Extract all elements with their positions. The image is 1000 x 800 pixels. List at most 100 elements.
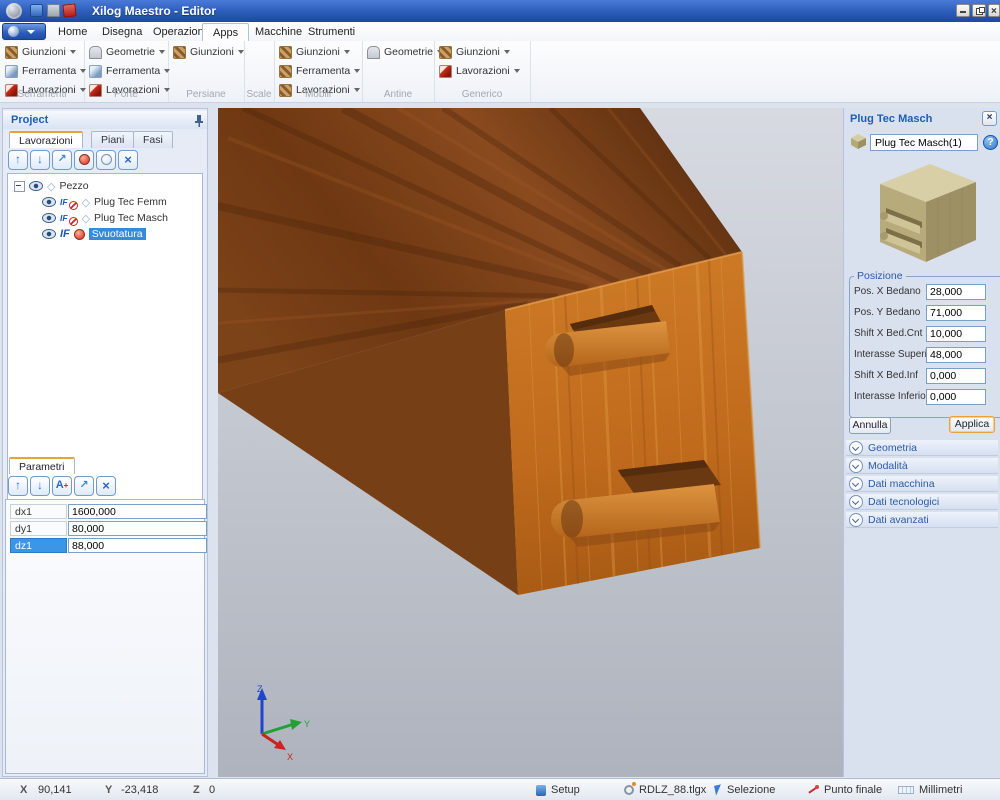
applica-button[interactable]: Applica bbox=[949, 416, 995, 433]
generico-lavorazioni-button[interactable]: Lavorazioni bbox=[439, 63, 520, 79]
porte-geometrie-button[interactable]: Geometrie bbox=[89, 44, 165, 60]
coord-z-label: Z bbox=[193, 784, 200, 796]
param-down-button[interactable]: ↓ bbox=[30, 476, 50, 496]
viewport-3d[interactable]: Z Y X bbox=[218, 108, 843, 777]
param-up-button[interactable]: ↑ bbox=[8, 476, 28, 496]
param-export-button[interactable]: ↗ bbox=[74, 476, 94, 496]
group-label: Persiane bbox=[168, 89, 244, 100]
antine-geometrie-button[interactable]: Geometrie bbox=[367, 44, 443, 60]
param-value-input[interactable] bbox=[68, 538, 207, 553]
chevron-down-icon bbox=[159, 50, 165, 54]
add-parameter-icon: A+ bbox=[56, 479, 69, 491]
section-modalita[interactable]: Modalità bbox=[846, 458, 998, 474]
ribbon-group-generico: Giunzioni Lavorazioni Generico bbox=[434, 41, 531, 102]
project-panel: Project Lavorazioni Piani Fasi ↑ ↓ ↗ × P… bbox=[2, 108, 208, 777]
shift-x-bed-cnt-input[interactable] bbox=[926, 326, 986, 342]
param-delete-button[interactable]: × bbox=[96, 476, 116, 496]
delete-node-button[interactable]: × bbox=[118, 150, 138, 170]
param-value-input[interactable] bbox=[68, 521, 207, 536]
tab-parametri[interactable]: Parametri bbox=[9, 457, 75, 474]
field-label: Shift X Bed.Cnt bbox=[854, 326, 922, 346]
move-up-button[interactable]: ↑ bbox=[8, 150, 28, 170]
porte-ferramenta-button[interactable]: Ferramenta bbox=[89, 63, 170, 79]
mobili-giunzioni-button[interactable]: Giunzioni bbox=[279, 44, 350, 60]
inspector-panel: Plug Tec Masch × ? Posizione Pos. X Beda… bbox=[843, 108, 1000, 777]
export-button[interactable]: ↗ bbox=[52, 150, 72, 170]
tab-fasi[interactable]: Fasi bbox=[133, 131, 173, 148]
tab-apps[interactable]: Apps bbox=[202, 23, 249, 41]
status-punto-finale[interactable]: Punto finale bbox=[807, 784, 882, 796]
eye-icon[interactable] bbox=[42, 213, 56, 223]
annulla-button[interactable]: Annulla bbox=[849, 417, 891, 434]
disable-node-button[interactable] bbox=[74, 150, 94, 170]
param-add-button[interactable]: A+ bbox=[52, 476, 72, 496]
group-label: Porte bbox=[84, 89, 168, 100]
eye-icon[interactable] bbox=[42, 197, 56, 207]
help-button[interactable]: ? bbox=[983, 135, 998, 150]
mobili-ferramenta-button[interactable]: Ferramenta bbox=[279, 63, 360, 79]
inspector-close-button[interactable]: × bbox=[982, 111, 997, 126]
arrow-down-icon: ↓ bbox=[37, 152, 43, 166]
giunzioni-icon bbox=[5, 46, 18, 59]
pos-x-bedano-input[interactable] bbox=[926, 284, 986, 300]
group-label: Mobili bbox=[274, 89, 362, 100]
diamond-icon bbox=[82, 196, 90, 209]
application-menu-button[interactable] bbox=[2, 23, 46, 40]
ferramenta-icon bbox=[89, 65, 102, 78]
plug-cube-icon bbox=[848, 132, 869, 151]
interasse-inferiore-input[interactable] bbox=[926, 389, 986, 405]
section-dati-macchina[interactable]: Dati macchina bbox=[846, 476, 998, 492]
section-dati-tecnologici[interactable]: Dati tecnologici bbox=[846, 494, 998, 510]
section-geometria[interactable]: Geometria bbox=[846, 440, 998, 456]
diamond-icon bbox=[82, 212, 90, 225]
arrow-down-icon: ↓ bbox=[37, 478, 43, 492]
chevron-down-icon bbox=[238, 50, 244, 54]
serramenti-ferramenta-button[interactable]: Ferramenta bbox=[5, 63, 86, 79]
minimize-button[interactable] bbox=[956, 4, 970, 17]
section-dati-avanzati[interactable]: Dati avanzati bbox=[846, 512, 998, 528]
tree-row-svuotatura[interactable]: IF Svuotatura bbox=[42, 226, 146, 242]
eye-icon[interactable] bbox=[42, 229, 56, 239]
geometrie-icon bbox=[367, 46, 380, 59]
status-file[interactable]: RDLZ_88.tlgx bbox=[624, 784, 706, 796]
serramenti-giunzioni-button[interactable]: Giunzioni bbox=[5, 44, 76, 60]
enable-node-button[interactable] bbox=[96, 150, 116, 170]
application-window: Xilog Maestro - Editor × Home Disegna Op… bbox=[0, 0, 1000, 800]
collapse-icon[interactable] bbox=[14, 181, 25, 192]
quick-undo-icon[interactable] bbox=[47, 4, 60, 17]
close-button[interactable]: × bbox=[988, 4, 1000, 17]
shift-x-bed-inf-input[interactable] bbox=[926, 368, 986, 384]
tab-strumenti[interactable]: Strumenti bbox=[298, 23, 365, 41]
move-down-button[interactable]: ↓ bbox=[30, 150, 50, 170]
pos-y-bedano-input[interactable] bbox=[926, 305, 986, 321]
generico-giunzioni-button[interactable]: Giunzioni bbox=[439, 44, 510, 60]
param-value-input[interactable] bbox=[68, 504, 207, 519]
chevron-down-icon bbox=[849, 513, 863, 527]
status-selezione[interactable]: Selezione bbox=[715, 784, 775, 796]
ruler-icon bbox=[898, 786, 914, 794]
param-name-selected[interactable]: dz1 bbox=[10, 538, 67, 553]
tree-row-pezzo[interactable]: Pezzo bbox=[14, 178, 89, 194]
param-name[interactable]: dy1 bbox=[10, 521, 67, 536]
tree-row-plug-tec-femm[interactable]: IF Plug Tec Femm bbox=[42, 194, 167, 210]
param-name[interactable]: dx1 bbox=[10, 504, 67, 519]
tab-home[interactable]: Home bbox=[48, 23, 97, 41]
diamond-icon bbox=[47, 180, 55, 193]
restore-button[interactable] bbox=[972, 4, 986, 17]
quick-redo-icon[interactable] bbox=[62, 3, 76, 17]
eye-icon[interactable] bbox=[29, 181, 43, 191]
status-setup[interactable]: Setup bbox=[536, 784, 580, 796]
instance-name-input[interactable] bbox=[870, 134, 978, 151]
app-logo-icon[interactable] bbox=[6, 3, 22, 19]
bulb-red-icon bbox=[74, 229, 85, 240]
interasse-superiore-input[interactable] bbox=[926, 347, 986, 363]
status-millimetri[interactable]: Millimetri bbox=[898, 784, 962, 796]
tab-piani[interactable]: Piani bbox=[91, 131, 134, 148]
no-circle-icon bbox=[69, 217, 78, 226]
pin-icon[interactable] bbox=[194, 114, 204, 128]
persiane-giunzioni-button[interactable]: Giunzioni bbox=[173, 44, 244, 60]
group-label: Generico bbox=[434, 89, 530, 100]
tab-lavorazioni[interactable]: Lavorazioni bbox=[9, 131, 83, 148]
quick-save-icon[interactable] bbox=[30, 4, 43, 17]
tree-row-plug-tec-masch[interactable]: IF Plug Tec Masch bbox=[42, 210, 168, 226]
